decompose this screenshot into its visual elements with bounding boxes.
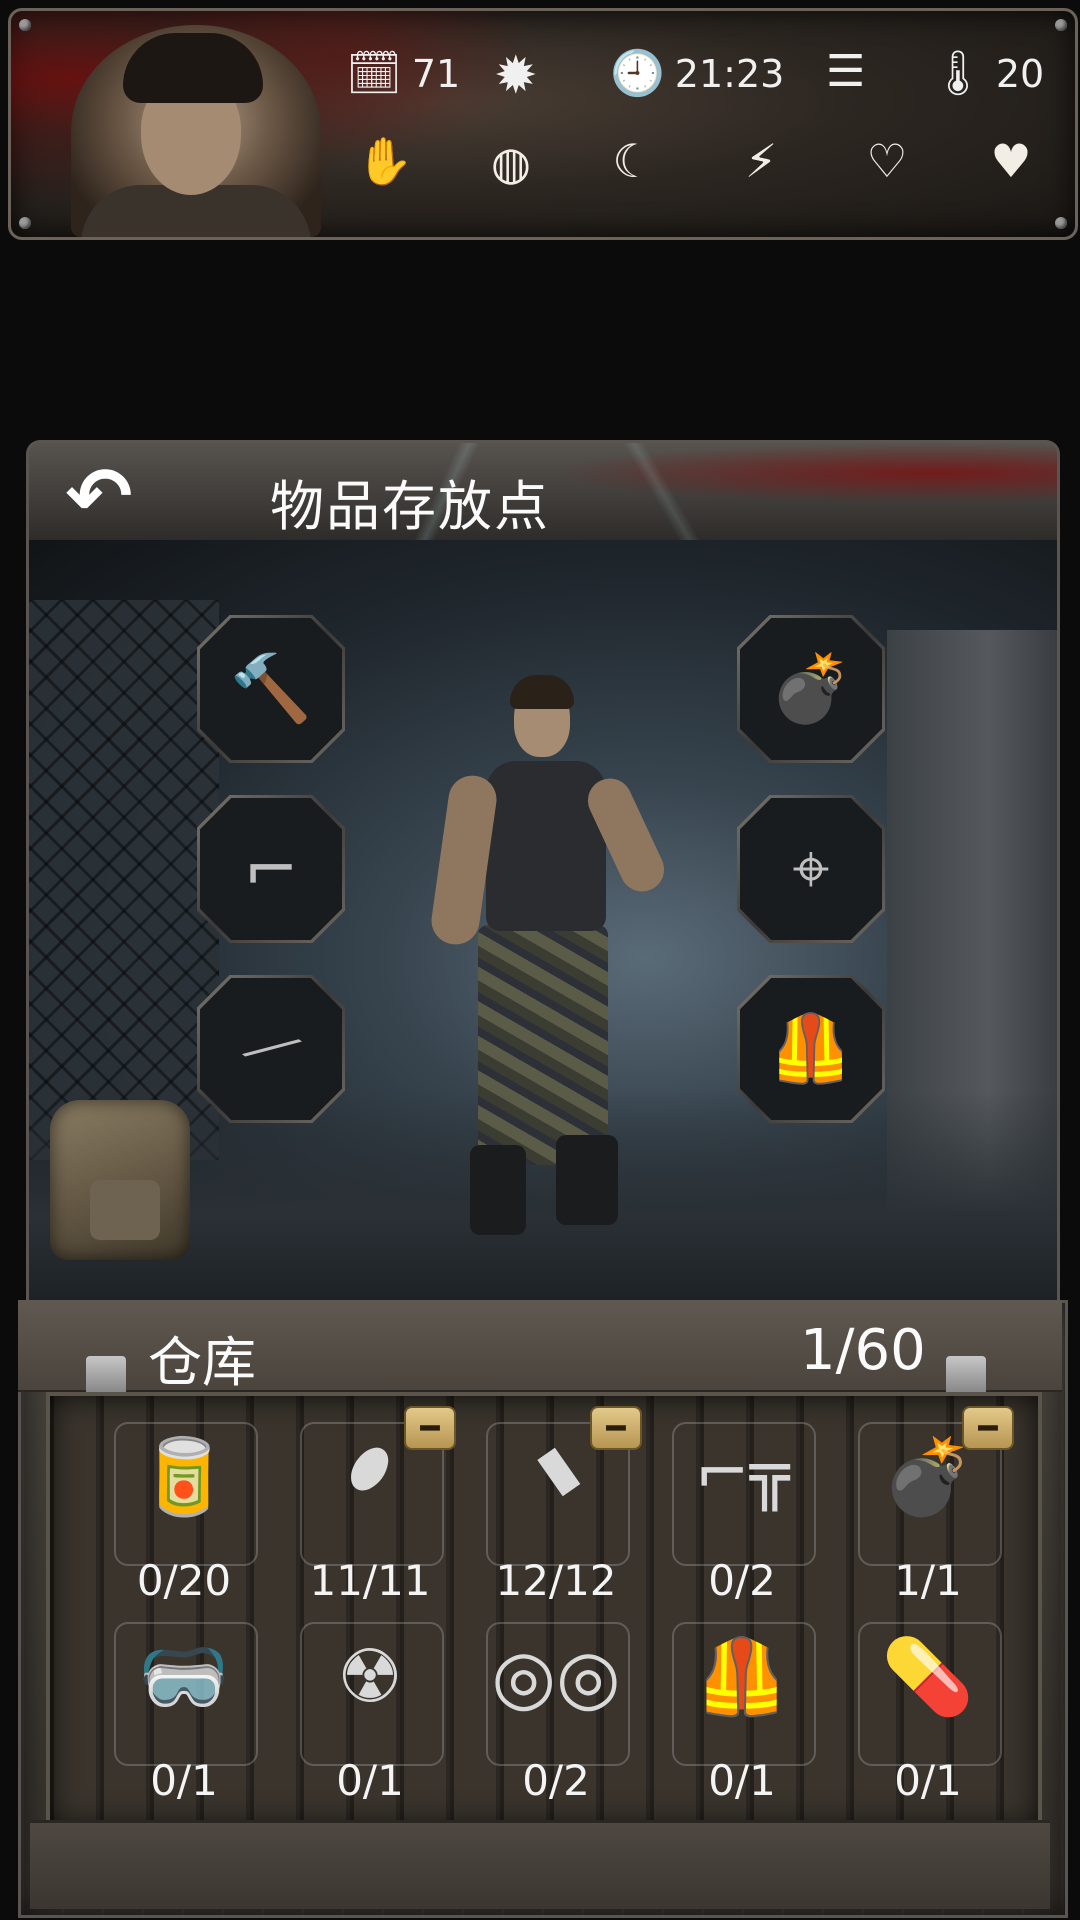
injury-hand-icon[interactable]: ✋ <box>356 132 414 190</box>
inventory-slot[interactable]: 🥫 0/20 <box>114 1422 258 1612</box>
crate-base <box>30 1820 1050 1909</box>
back-button[interactable]: ↶ <box>44 450 154 543</box>
character-avatar[interactable] <box>71 25 321 237</box>
chain-fence <box>29 600 219 1160</box>
rivet <box>19 19 31 31</box>
health-heart-icon[interactable]: ♥ <box>982 132 1040 190</box>
equip-slot-melee[interactable]: 🔨 <box>200 618 342 760</box>
warehouse-title: 仓库 <box>148 1331 256 1394</box>
inventory-slot[interactable]: 🥽 0/1 <box>114 1622 258 1812</box>
equip-slot-throwable[interactable]: 💣 <box>740 618 882 760</box>
inventory-slot[interactable]: ▮ 12/12 <box>486 1422 630 1612</box>
equip-slot-armor[interactable]: 🦺 <box>740 978 882 1120</box>
equip-slot-optics[interactable]: ⌖ <box>740 798 882 940</box>
clock-icon: 🕘 <box>610 48 665 99</box>
inventory-slot[interactable]: ⌐╦ 0/2 <box>672 1422 816 1612</box>
menu-button[interactable]: ☰ <box>826 50 865 94</box>
hunger-icon[interactable]: ☾ <box>604 132 662 190</box>
gas-mask-icon: ☢ <box>336 1634 404 1720</box>
fatigue-icon[interactable]: ⚡ <box>732 132 790 190</box>
inventory-slot[interactable]: 💊 0/1 <box>858 1622 1002 1812</box>
submachine-gun-icon: ⌐╦ <box>694 1434 790 1511</box>
sun-icon: ✹ <box>494 46 538 106</box>
temperature-readout: 🌡 20 <box>930 48 1045 99</box>
rifle-icon: ⟋ <box>233 1008 309 1090</box>
backpack-icon[interactable] <box>50 1100 190 1260</box>
rivet <box>1055 217 1067 229</box>
calendar-icon: 🗓 <box>346 48 402 99</box>
equip-slot-rifle[interactable]: ⟋ <box>200 978 342 1120</box>
menu-icon[interactable]: ☰ <box>826 50 865 94</box>
inventory-slot[interactable]: 💣 1/1 <box>858 1422 1002 1612</box>
inventory-slot[interactable]: ◎◎ 0/2 <box>486 1622 630 1812</box>
goggles-icon: 🥽 <box>137 1634 231 1720</box>
character-figure <box>418 675 672 1275</box>
mood-icon[interactable]: ♡ <box>858 132 916 190</box>
body-armor-icon: 🦺 <box>695 1634 789 1720</box>
canned-food-icon: 🥫 <box>137 1434 231 1520</box>
pills-icon: 💊 <box>881 1634 975 1720</box>
sledgehammer-icon: 🔨 <box>229 650 313 727</box>
thermometer-icon: 🌡 <box>930 48 986 99</box>
rivet <box>19 217 31 229</box>
inventory-slot[interactable]: 🦺 0/1 <box>672 1622 816 1812</box>
pistol-icon: ⌐ <box>243 830 299 908</box>
inventory-slot[interactable]: ☢ 0/1 <box>300 1622 444 1812</box>
inventory-slot[interactable]: ⬮ 11/11 <box>300 1422 444 1612</box>
equip-slot-sidearm[interactable]: ⌐ <box>200 798 342 940</box>
scope-icon: ⌖ <box>792 829 830 907</box>
page-title: 物品存放点 <box>270 475 550 538</box>
body-armor-icon: 🦺 <box>769 1010 853 1087</box>
day-counter: 🗓 71 <box>346 48 461 99</box>
remove-item-button[interactable]: ━ <box>404 1406 456 1450</box>
grenade-icon: 💣 <box>769 650 853 727</box>
game-clock: 🕘 21:23 <box>610 48 785 99</box>
daylight-indicator: ✹ <box>494 50 538 102</box>
remove-item-button[interactable]: ━ <box>962 1406 1014 1450</box>
back-arrow-icon[interactable]: ↶ <box>65 450 132 543</box>
infection-icon[interactable]: ◍ <box>482 134 540 192</box>
remove-item-button[interactable]: ━ <box>590 1406 642 1450</box>
status-hud <box>8 8 1078 240</box>
night-vision-icon: ◎◎ <box>491 1634 621 1720</box>
warehouse-capacity: 1/60 <box>800 1318 926 1383</box>
rivet <box>1055 19 1067 31</box>
